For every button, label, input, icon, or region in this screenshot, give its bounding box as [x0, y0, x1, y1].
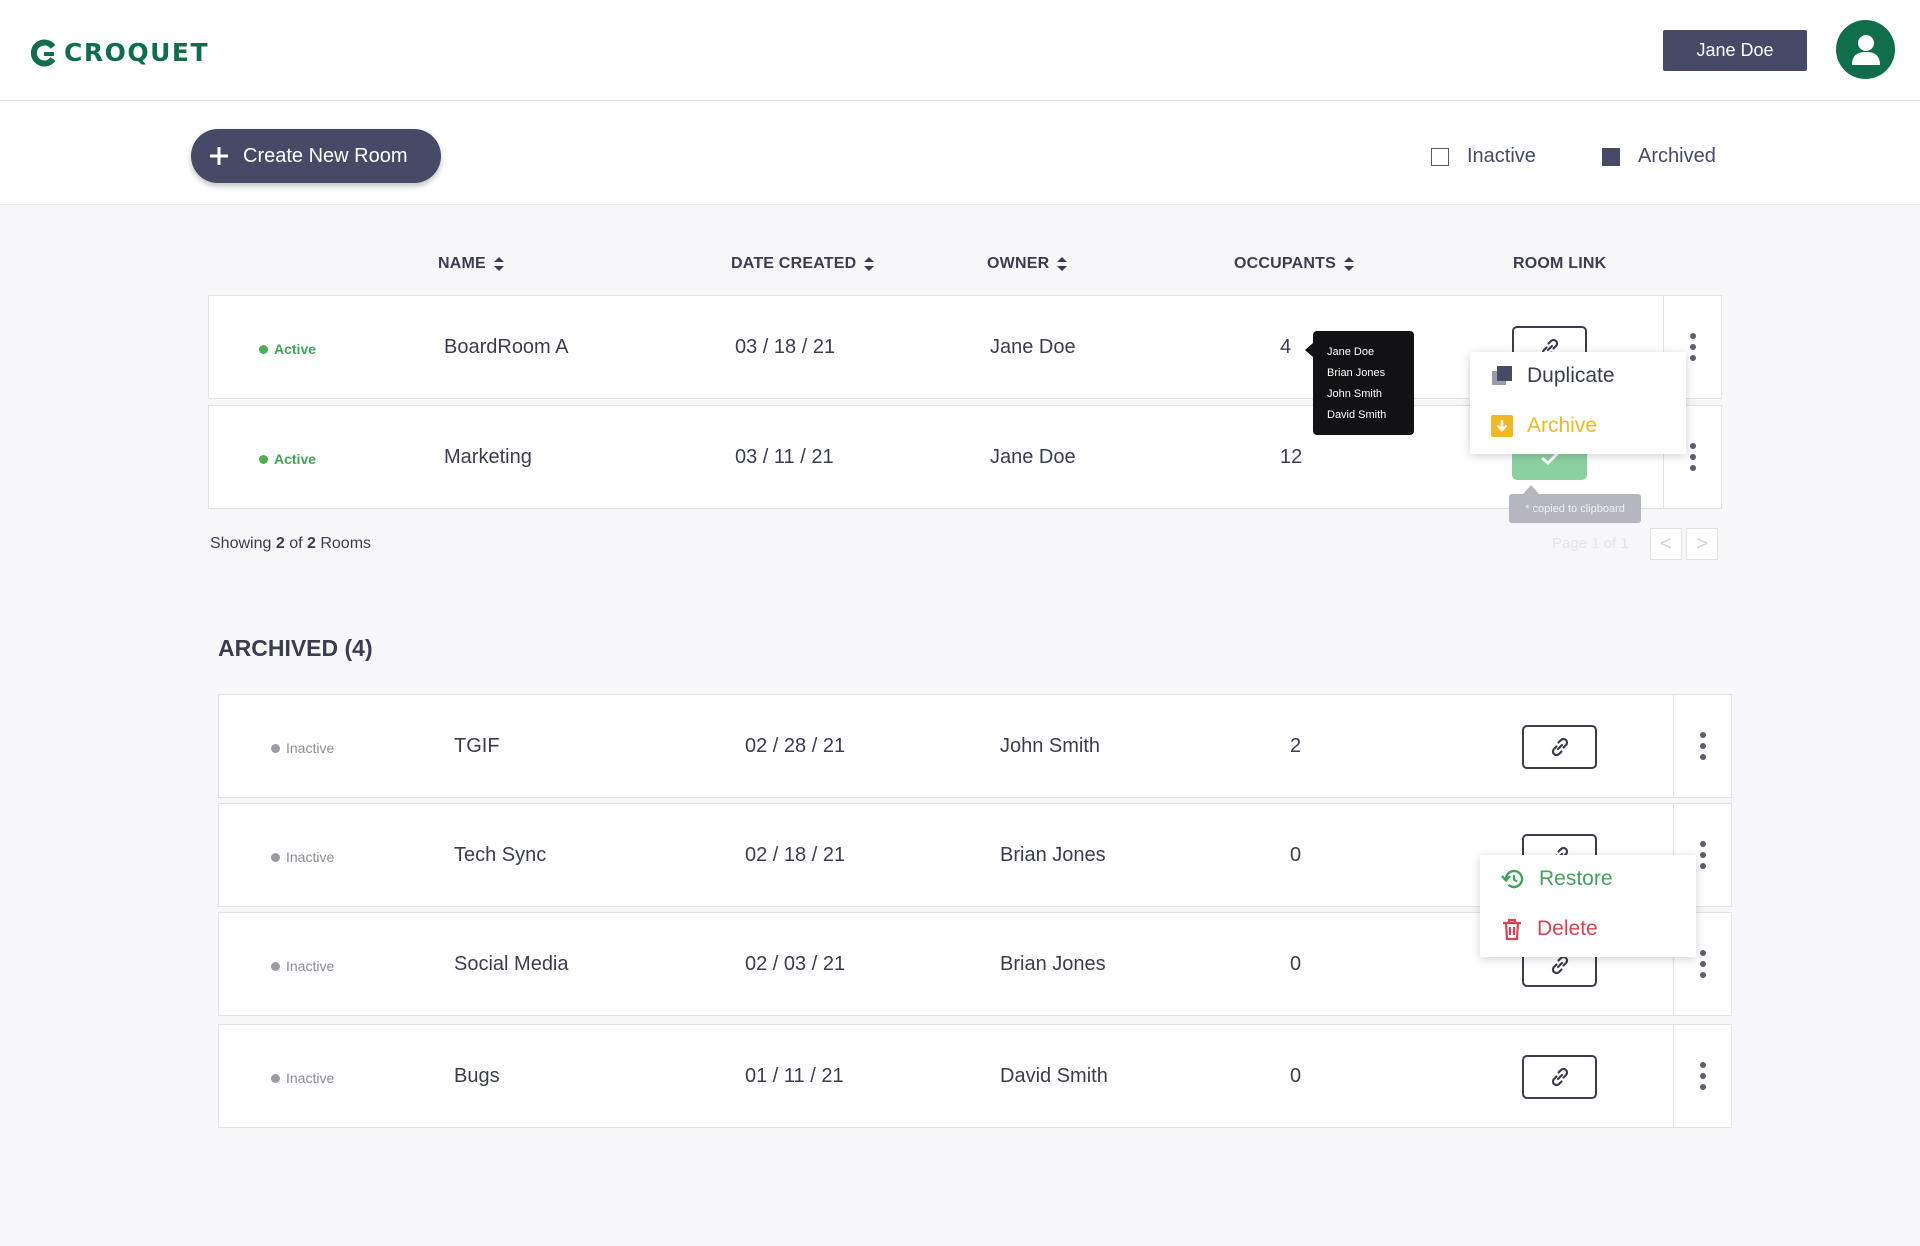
copy-room-link-button[interactable]: [1522, 725, 1597, 769]
room-date: 03 / 11 / 21: [735, 446, 834, 468]
column-header-owner[interactable]: OWNER: [987, 255, 1068, 273]
duplicate-menu-item[interactable]: Duplicate: [1490, 364, 1615, 388]
room-name[interactable]: Social Media: [454, 953, 569, 976]
copy-room-link-button[interactable]: [1522, 1055, 1597, 1099]
room-occupants[interactable]: 2: [1290, 735, 1301, 758]
archived-checkbox[interactable]: [1602, 147, 1620, 166]
room-owner: Jane Doe: [990, 446, 1076, 468]
room-name[interactable]: Bugs: [454, 1065, 500, 1088]
room-owner: John Smith: [1000, 735, 1101, 757]
room-date: 02 / 18 / 21: [745, 844, 846, 866]
room-name[interactable]: Tech Sync: [454, 844, 546, 867]
croquet-logo-icon: [30, 39, 56, 66]
prev-page-button[interactable]: <: [1650, 528, 1682, 560]
restore-icon: [1501, 869, 1524, 889]
trash-icon: [1503, 918, 1521, 941]
room-date: 02 / 03 / 21: [745, 953, 846, 975]
sort-icon: [493, 257, 504, 271]
sort-icon: [1343, 257, 1354, 271]
room-owner: Brian Jones: [1000, 844, 1106, 866]
user-menu-button[interactable]: Jane Doe: [1663, 30, 1807, 71]
showing-count: Showing 2 of 2 Rooms: [210, 535, 372, 552]
room-owner: David Smith: [1000, 1065, 1108, 1087]
filter-inactive[interactable]: Inactive: [1431, 145, 1536, 168]
room-occupants[interactable]: 0: [1290, 844, 1301, 867]
table-row[interactable]: Inactive Bugs 01 / 11 / 21 David Smith 0: [218, 1024, 1732, 1128]
room-name[interactable]: TGIF: [454, 735, 500, 758]
column-header-name[interactable]: NAME: [438, 255, 504, 273]
more-options-button[interactable]: [1673, 1025, 1731, 1127]
column-header-date-created[interactable]: DATE CREATED: [731, 255, 875, 273]
copied-to-clipboard-tooltip: * copied to clipboard: [1509, 485, 1641, 523]
link-icon: [1551, 1067, 1568, 1087]
room-occupants[interactable]: 4: [1280, 336, 1291, 359]
sort-icon: [1057, 257, 1068, 271]
room-date: 02 / 28 / 21: [745, 735, 846, 757]
inactive-checkbox[interactable]: [1431, 147, 1449, 166]
link-icon: [1551, 737, 1568, 757]
room-date: 03 / 18 / 21: [735, 336, 836, 358]
archive-icon: [1491, 415, 1513, 437]
archive-menu-item[interactable]: Archive: [1490, 414, 1597, 438]
room-name[interactable]: BoardRoom A: [444, 336, 569, 359]
plus-icon: [210, 147, 228, 165]
filter-archived[interactable]: Archived: [1602, 145, 1716, 168]
status-badge: Active: [259, 341, 316, 357]
column-header-occupants[interactable]: OCCUPANTS: [1234, 255, 1354, 273]
delete-menu-item[interactable]: Delete: [1500, 917, 1598, 941]
logo-text: CROQUET: [64, 38, 210, 67]
create-new-room-label: Create New Room: [243, 144, 408, 167]
archived-room-options-menu: Restore Delete: [1480, 855, 1696, 957]
next-page-button[interactable]: >: [1686, 528, 1718, 560]
user-icon: [1851, 34, 1880, 65]
room-options-menu: Duplicate Archive: [1470, 352, 1686, 454]
room-occupants[interactable]: 12: [1280, 446, 1302, 469]
restore-menu-item[interactable]: Restore: [1500, 867, 1613, 891]
status-badge: Inactive: [271, 740, 334, 756]
archived-section-title: ARCHIVED (4): [218, 635, 373, 661]
room-occupants[interactable]: 0: [1290, 953, 1301, 976]
column-header-room-link: ROOM LINK: [1513, 255, 1607, 272]
filter-archived-label: Archived: [1638, 145, 1716, 167]
croquet-logo[interactable]: CROQUET: [30, 38, 209, 67]
top-bar: CROQUET Jane Doe: [0, 0, 1920, 101]
status-badge: Inactive: [271, 849, 334, 865]
occupants-tooltip: Jane Doe Brian Jones John Smith David Sm…: [1305, 331, 1414, 435]
status-badge: Active: [259, 451, 316, 467]
status-badge: Inactive: [271, 958, 334, 974]
toolbar: Create New Room Inactive Archived: [0, 101, 1920, 205]
room-occupants[interactable]: 0: [1290, 1065, 1301, 1088]
more-options-button[interactable]: [1673, 695, 1731, 797]
status-badge: Inactive: [271, 1070, 334, 1086]
room-owner: Jane Doe: [990, 336, 1076, 358]
page-indicator: Page 1 of 1: [1552, 535, 1629, 552]
table-row[interactable]: Inactive TGIF 02 / 28 / 21 John Smith 2: [218, 694, 1732, 798]
room-name[interactable]: Marketing: [444, 446, 532, 469]
room-owner: Brian Jones: [1000, 953, 1106, 975]
duplicate-icon: [1492, 366, 1512, 385]
create-new-room-button[interactable]: Create New Room: [191, 129, 441, 183]
avatar[interactable]: [1836, 20, 1895, 79]
filter-inactive-label: Inactive: [1467, 145, 1536, 167]
room-date: 01 / 11 / 21: [745, 1065, 844, 1087]
sort-icon: [864, 257, 875, 271]
